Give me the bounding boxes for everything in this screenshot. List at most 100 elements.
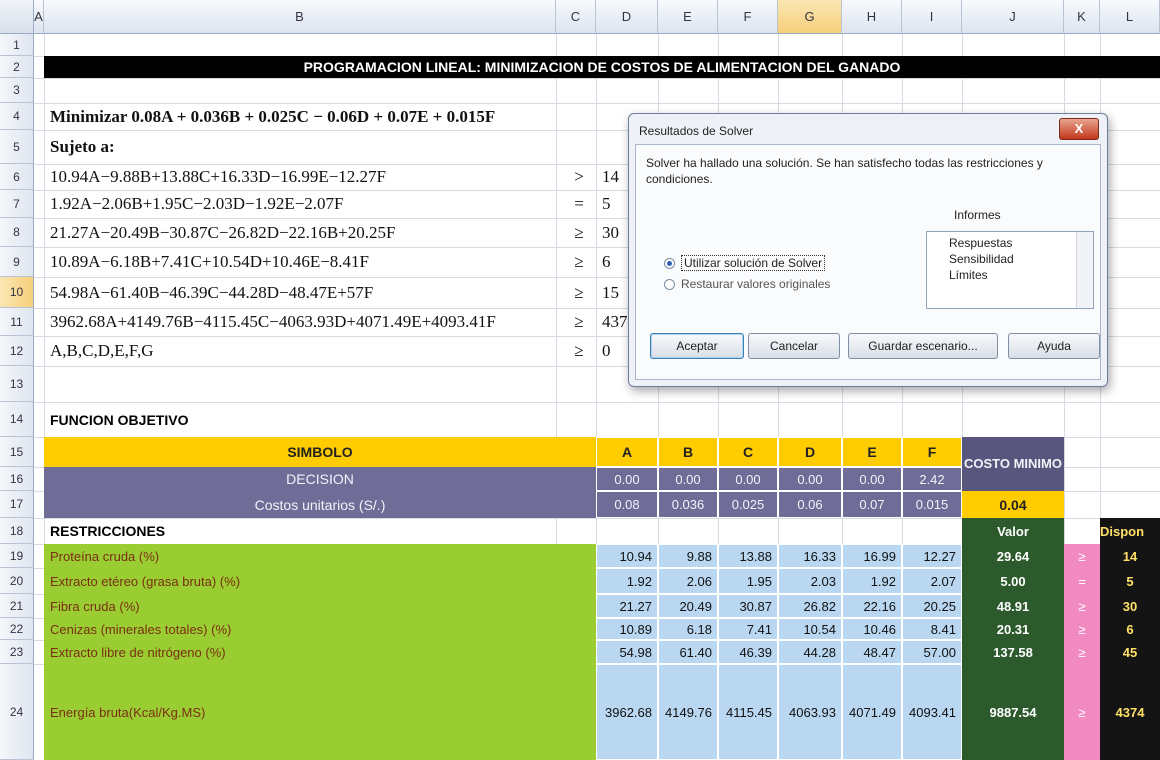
restriction-operator[interactable]: ≥ [1064,640,1100,664]
restriction-coefficient[interactable]: 16.33 [778,544,842,568]
row-header-4[interactable]: 4 [0,103,34,130]
column-header-f[interactable]: F [718,0,778,34]
decision-label[interactable]: DECISION [44,467,596,491]
decision-value[interactable]: 0.00 [596,467,658,491]
restriction-coefficient[interactable]: 4115.45 [718,664,778,760]
row-header-12[interactable]: 12 [0,336,34,366]
disponible-header[interactable]: Dispon [1100,518,1160,544]
column-header-k[interactable]: K [1064,0,1100,34]
restriction-coefficient[interactable]: 16.99 [842,544,902,568]
restriction-coefficient[interactable]: 61.40 [658,640,718,664]
restriction-coefficient[interactable]: 12.27 [902,544,962,568]
restriction-available[interactable]: 14 [1100,544,1160,568]
row-header-19[interactable]: 19 [0,544,34,568]
row-header-21[interactable]: 21 [0,594,34,618]
symbol-d[interactable]: D [778,437,842,467]
row-header-3[interactable]: 3 [0,78,34,103]
restriction-operator[interactable]: ≥ [1064,594,1100,618]
restriction-value[interactable]: 29.64 [962,544,1064,568]
costos-unitarios-label[interactable]: Costos unitarios (S/.) [44,491,596,518]
restriction-coefficient[interactable]: 4149.76 [658,664,718,760]
valor-header[interactable]: Valor [962,518,1064,544]
row-header-10[interactable]: 10 [0,277,34,308]
restriction-coefficient[interactable]: 2.07 [902,568,962,594]
symbol-c[interactable]: C [718,437,778,467]
restriction-name[interactable]: Energía bruta(Kcal/Kg.MS) [44,664,596,760]
costo-minimo-value[interactable]: 0.04 [962,491,1064,518]
constraint-operator[interactable]: ≥ [556,277,596,308]
close-button[interactable]: X [1059,118,1099,140]
restriction-value[interactable]: 137.58 [962,640,1064,664]
row-header-16[interactable]: 16 [0,467,34,491]
column-header-i[interactable]: I [902,0,962,34]
restriction-operator[interactable]: ≥ [1064,544,1100,568]
restriction-coefficient[interactable]: 1.92 [596,568,658,594]
restriction-coefficient[interactable]: 8.41 [902,618,962,640]
row-header-15[interactable]: 15 [0,437,34,467]
cancel-button[interactable]: Cancelar [748,333,840,359]
report-limites[interactable]: Límites [949,268,988,282]
restriction-available[interactable]: 4374 [1100,664,1160,760]
column-header-d[interactable]: D [596,0,658,34]
column-header-j[interactable]: J [962,0,1064,34]
constraint-operator[interactable]: ≥ [556,336,596,366]
costo-unitario-value[interactable]: 0.08 [596,491,658,518]
restriction-name[interactable]: Fibra cruda (%) [44,594,596,618]
restriction-operator[interactable]: ≥ [1064,618,1100,640]
row-header-20[interactable]: 20 [0,568,34,594]
restriction-available[interactable]: 30 [1100,594,1160,618]
help-button[interactable]: Ayuda [1008,333,1100,359]
decision-value[interactable]: 2.42 [902,467,962,491]
row-header-8[interactable]: 8 [0,218,34,247]
restriction-coefficient[interactable]: 6.18 [658,618,718,640]
restriction-coefficient[interactable]: 10.94 [596,544,658,568]
row-header-5[interactable]: 5 [0,130,34,164]
restriction-coefficient[interactable]: 20.49 [658,594,718,618]
restriction-coefficient[interactable]: 10.89 [596,618,658,640]
row-header-23[interactable]: 23 [0,640,34,664]
restriction-coefficient[interactable]: 4093.41 [902,664,962,760]
constraint-expression[interactable]: 10.94A−9.88B+13.88C+16.33D−16.99E−12.27F [44,164,556,190]
column-header-c[interactable]: C [556,0,596,34]
symbol-f[interactable]: F [902,437,962,467]
symbol-a[interactable]: A [596,437,658,467]
row-header-1[interactable]: 1 [0,34,34,56]
sheet-title[interactable]: PROGRAMACION LINEAL: MINIMIZACION DE COS… [44,56,1160,78]
subject-to-label[interactable]: Sujeto a: [44,130,596,164]
restriction-name[interactable]: Proteína cruda (%) [44,544,596,568]
report-sensibilidad[interactable]: Sensibilidad [949,252,1014,266]
option-keep-solution[interactable]: Utilizar solución de Solver [664,255,826,271]
simbolo-header[interactable]: SIMBOLO [44,437,596,467]
restriction-value[interactable]: 48.91 [962,594,1064,618]
constraint-expression[interactable]: 21.27A−20.49B−30.87C−26.82D−22.16B+20.25… [44,218,556,247]
symbol-e[interactable]: E [842,437,902,467]
costo-minimo-header[interactable]: COSTO MINIMO [962,437,1064,491]
restriction-value[interactable]: 9887.54 [962,664,1064,760]
save-scenario-button[interactable]: Guardar escenario... [848,333,998,359]
restriction-coefficient[interactable]: 48.47 [842,640,902,664]
constraint-expression[interactable]: 1.92A−2.06B+1.95C−2.03D−1.92E−2.07F [44,190,556,218]
costo-unitario-value[interactable]: 0.07 [842,491,902,518]
restriction-coefficient[interactable]: 1.95 [718,568,778,594]
column-header-h[interactable]: H [842,0,902,34]
constraint-expression[interactable]: 54.98A−61.40B−46.39C−44.28D−48.47E+57F [44,277,556,308]
column-header-g[interactable]: G [778,0,842,34]
decision-value[interactable]: 0.00 [842,467,902,491]
decision-value[interactable]: 0.00 [658,467,718,491]
restriction-value[interactable]: 5.00 [962,568,1064,594]
row-header-2[interactable]: 2 [0,56,34,78]
column-header-a[interactable]: A [34,0,44,34]
restriction-coefficient[interactable]: 30.87 [718,594,778,618]
restriction-available[interactable]: 5 [1100,568,1160,594]
restriction-coefficient[interactable]: 10.54 [778,618,842,640]
report-respuestas[interactable]: Respuestas [949,236,1012,250]
restriction-coefficient[interactable]: 7.41 [718,618,778,640]
column-header-e[interactable]: E [658,0,718,34]
constraint-expression[interactable]: 3962.68A+4149.76B−4115.45C−4063.93D+4071… [44,308,556,336]
column-header-b[interactable]: B [44,0,556,34]
option-restore-values[interactable]: Restaurar valores originales [664,277,830,291]
restriction-available[interactable]: 45 [1100,640,1160,664]
select-all-corner[interactable] [0,0,34,34]
constraint-operator[interactable]: > [556,164,596,190]
restriction-coefficient[interactable]: 3962.68 [596,664,658,760]
